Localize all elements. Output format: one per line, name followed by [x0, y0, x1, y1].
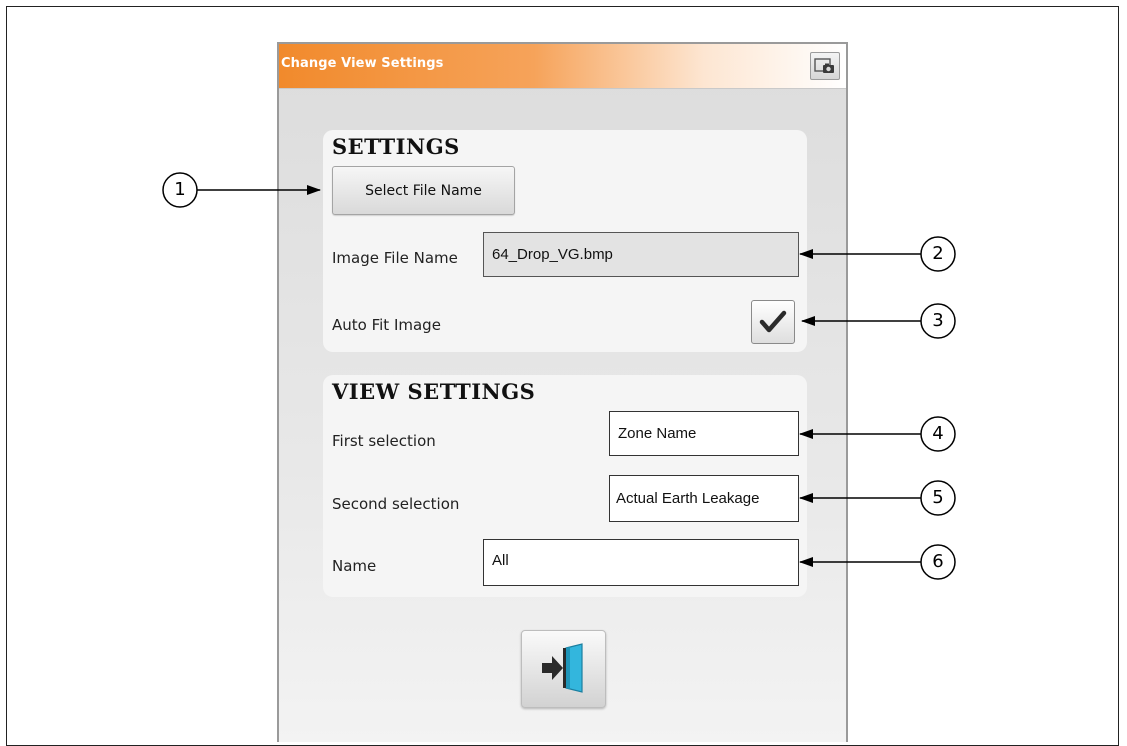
- callout-number-1: 1: [174, 179, 186, 200]
- callout-number-6: 6: [932, 551, 944, 572]
- callout-overlay: [162, 172, 956, 580]
- callout-number-2: 2: [932, 243, 944, 264]
- callout-number-4: 4: [932, 423, 944, 444]
- callout-number-5: 5: [932, 487, 944, 508]
- callout-number-3: 3: [932, 310, 944, 331]
